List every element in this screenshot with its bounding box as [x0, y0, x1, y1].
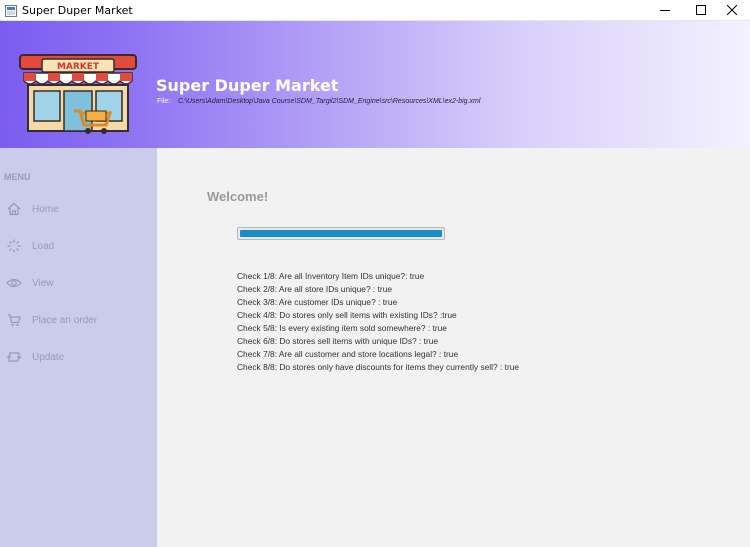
- sidebar-item-label: Load: [32, 240, 55, 252]
- window-title: Super Duper Market: [22, 4, 133, 17]
- check-line: Check 5/8: Is every existing item sold s…: [237, 323, 447, 333]
- check-line: Check 2/8: Are all store IDs unique? : t…: [237, 284, 393, 294]
- home-icon: [6, 201, 22, 217]
- app-window-icon: [5, 4, 17, 17]
- sidebar-item-view[interactable]: View: [0, 268, 157, 298]
- file-label: File:: [157, 98, 171, 105]
- check-line: Check 3/8: Are customer IDs unique? : tr…: [237, 297, 398, 307]
- main-content: Welcome! Check 1/8: Are all Inventory It…: [157, 148, 750, 547]
- sidebar-item-load[interactable]: Load: [0, 231, 157, 261]
- check-line: Check 7/8: Are all customer and store lo…: [237, 349, 459, 359]
- update-icon: [6, 349, 22, 365]
- check-line: Check 6/8: Do stores sell items with uni…: [237, 336, 439, 346]
- sidebar-item-label: Home: [32, 203, 59, 215]
- title-bar: Super Duper Market: [0, 0, 750, 21]
- check-line: Check 4/8: Do stores only sell items wit…: [237, 310, 457, 320]
- app-title: Super Duper Market: [156, 76, 339, 95]
- minimize-button[interactable]: [647, 0, 683, 20]
- sidebar-item-label: Update: [32, 351, 65, 363]
- sidebar-item-label: View: [32, 277, 54, 289]
- close-icon: [727, 5, 737, 15]
- menu-title: MENU: [4, 172, 31, 182]
- maximize-icon: [696, 5, 706, 15]
- check-line: Check 8/8: Do stores only have discounts…: [237, 362, 520, 372]
- close-button[interactable]: [714, 0, 750, 20]
- load-progress-bar: [237, 227, 445, 240]
- app-header: MARKET Super Duper Market File: C:\Users…: [0, 21, 750, 148]
- sidebar-item-home[interactable]: Home: [0, 194, 157, 224]
- welcome-heading: Welcome!: [207, 189, 269, 204]
- cart-icon: [6, 312, 22, 328]
- sidebar-item-place-order[interactable]: Place an order: [0, 305, 157, 335]
- sidebar-item-label: Place an order: [32, 314, 98, 326]
- file-path: C:\Users\Adam\Desktop\Java Course\SDM_Ta…: [178, 98, 481, 105]
- check-list: Check 1/8: Are all Inventory Item IDs un…: [237, 270, 519, 374]
- progress-fill: [240, 230, 442, 237]
- market-logo: MARKET: [16, 49, 140, 137]
- loading-icon: [6, 238, 22, 254]
- eye-icon: [6, 275, 22, 291]
- minimize-icon: [660, 10, 670, 11]
- logo-text: MARKET: [57, 62, 100, 72]
- sidebar: MENU Home Load View Place an order Updat…: [0, 148, 157, 547]
- check-line: Check 1/8: Are all Inventory Item IDs un…: [237, 271, 425, 281]
- sidebar-item-update[interactable]: Update: [0, 342, 157, 372]
